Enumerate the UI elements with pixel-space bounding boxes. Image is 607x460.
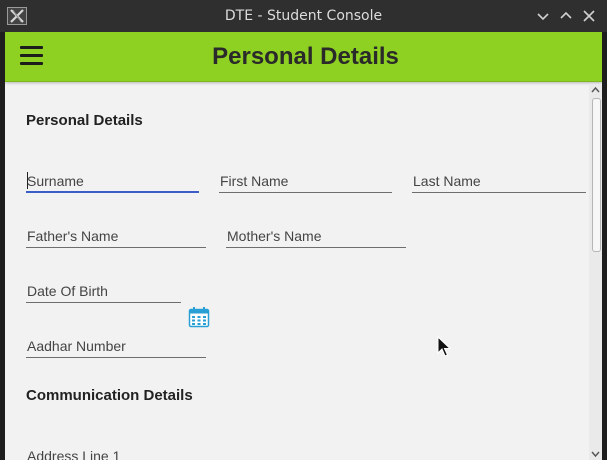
mothers-name-placeholder: Mother's Name — [227, 228, 322, 244]
fathers-name-placeholder: Father's Name — [27, 228, 119, 244]
first-name-field[interactable]: First Name — [219, 159, 392, 193]
vertical-scrollbar[interactable] — [589, 84, 602, 460]
scroll-up-icon[interactable] — [589, 84, 602, 96]
address-line-1-placeholder: Address Line 1 — [27, 448, 121, 460]
window-frame: Personal Details Personal Details Surnam… — [0, 32, 607, 460]
last-name-placeholder: Last Name — [413, 173, 481, 189]
mothers-name-field[interactable]: Mother's Name — [226, 214, 406, 248]
communication-details-heading: Communication Details — [26, 387, 193, 404]
page-title: Personal Details — [212, 43, 399, 70]
scroll-down-icon[interactable] — [589, 448, 602, 460]
surname-field[interactable]: Surname — [26, 159, 199, 193]
last-name-field[interactable]: Last Name — [412, 159, 586, 193]
personal-details-heading: Personal Details — [26, 112, 143, 129]
form-content: Personal Details Surname First Name Last… — [5, 84, 587, 460]
date-of-birth-field[interactable]: Date Of Birth — [26, 269, 181, 303]
scroll-thumb[interactable] — [592, 98, 601, 252]
app-header: Personal Details — [5, 32, 602, 82]
mouse-pointer-icon — [437, 336, 451, 358]
aadhar-number-field[interactable]: Aadhar Number — [26, 324, 206, 358]
first-name-placeholder: First Name — [220, 173, 289, 189]
surname-placeholder: Surname — [27, 173, 84, 189]
app-window: Personal Details Personal Details Surnam… — [5, 32, 602, 460]
close-icon[interactable] — [580, 7, 598, 25]
address-line-1-field[interactable]: Address Line 1 — [26, 434, 206, 460]
maximize-icon[interactable] — [557, 7, 575, 25]
aadhar-number-placeholder: Aadhar Number — [27, 338, 126, 354]
fathers-name-field[interactable]: Father's Name — [26, 214, 206, 248]
minimize-icon[interactable] — [534, 7, 552, 25]
text-caret — [27, 172, 28, 189]
date-of-birth-placeholder: Date Of Birth — [27, 283, 108, 299]
window-titlebar[interactable]: DTE - Student Console — [0, 0, 607, 32]
window-title: DTE - Student Console — [224, 8, 383, 24]
